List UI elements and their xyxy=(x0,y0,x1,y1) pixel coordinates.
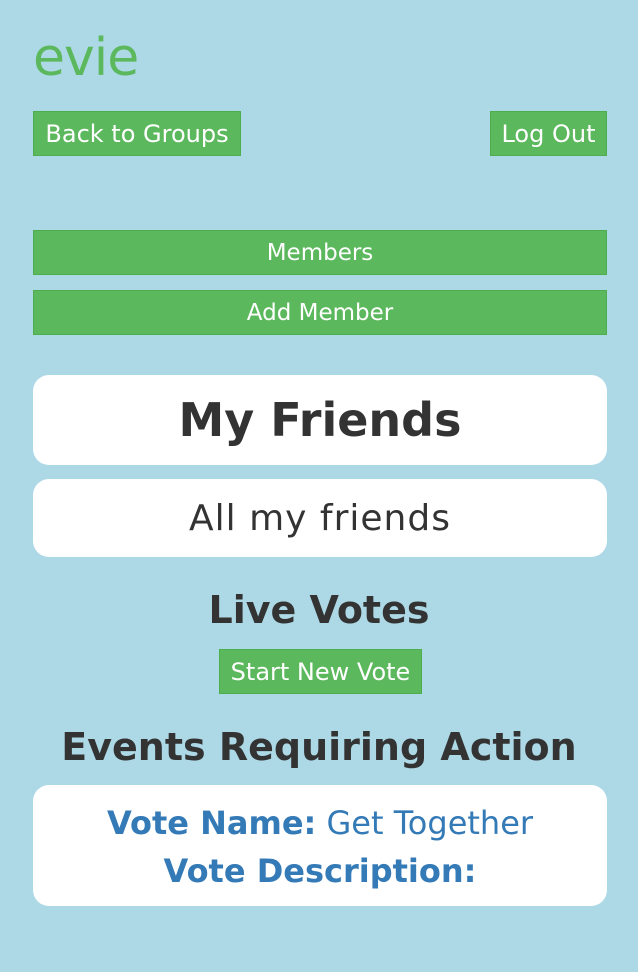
vote-name-value: Get Together xyxy=(326,804,534,842)
back-to-groups-button[interactable]: Back to Groups xyxy=(33,111,241,156)
log-out-button[interactable]: Log Out xyxy=(490,111,607,156)
all-friends-item[interactable]: All my friends xyxy=(33,479,607,557)
friends-title: My Friends xyxy=(178,393,462,447)
vote-name-label: Vote Name: xyxy=(106,804,317,842)
events-requiring-action-heading: Events Requiring Action xyxy=(61,725,577,769)
vote-description-row: Vote Description: xyxy=(33,847,607,895)
event-vote-card[interactable]: Vote Name: Get Together Vote Description… xyxy=(33,785,607,906)
add-member-button[interactable]: Add Member xyxy=(33,290,607,335)
vote-name-row: Vote Name: Get Together xyxy=(33,799,607,847)
start-new-vote-button[interactable]: Start New Vote xyxy=(219,649,422,694)
evie-logo: evie xyxy=(33,28,139,88)
vote-description-label: Vote Description: xyxy=(163,852,477,890)
all-friends-label: All my friends xyxy=(189,497,451,539)
members-button[interactable]: Members xyxy=(33,230,607,275)
live-votes-heading: Live Votes xyxy=(208,588,430,632)
group-page: evie Back to Groups Log Out Members Add … xyxy=(0,0,638,972)
friends-title-card: My Friends xyxy=(33,375,607,465)
